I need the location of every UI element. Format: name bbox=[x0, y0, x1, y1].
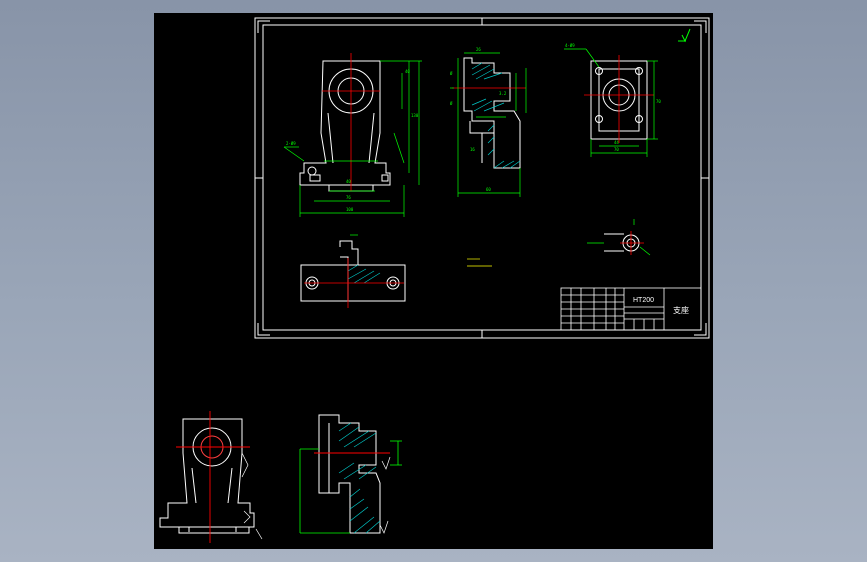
large-front-centerlines bbox=[176, 411, 250, 543]
bottom-view-hatch bbox=[347, 264, 381, 284]
svg-text:130: 130 bbox=[411, 113, 419, 118]
side-section-dimensions bbox=[450, 52, 527, 197]
svg-text:16: 16 bbox=[470, 147, 475, 152]
svg-text:60: 60 bbox=[486, 187, 491, 192]
part-name-label: 支座 bbox=[673, 305, 689, 315]
svg-text:3.2: 3.2 bbox=[499, 91, 507, 96]
svg-text:76: 76 bbox=[346, 195, 351, 200]
cad-viewport[interactable]: 100 76 40 130 40 2-Ø9 26 60 Ø Ø 16 3.2 7… bbox=[154, 13, 713, 549]
roughness-symbol bbox=[678, 28, 691, 43]
large-side-hatch bbox=[338, 422, 381, 534]
front-view bbox=[299, 60, 391, 192]
svg-text:26: 26 bbox=[476, 47, 481, 52]
technical-notes bbox=[467, 258, 492, 267]
material-label: HT200 bbox=[633, 297, 654, 304]
svg-text:Ø: Ø bbox=[450, 101, 453, 106]
svg-text:44: 44 bbox=[614, 140, 619, 145]
side-section-hatch bbox=[471, 62, 521, 169]
large-front-view bbox=[159, 418, 255, 534]
aux-section-dims bbox=[587, 219, 651, 256]
top-view-dimensions bbox=[564, 48, 658, 157]
svg-text:4-Ø9: 4-Ø9 bbox=[565, 43, 575, 48]
bottom-view bbox=[300, 240, 406, 302]
side-section-dim-text: 26 60 Ø Ø 16 3.2 bbox=[450, 47, 507, 192]
front-view-dimensions bbox=[283, 60, 422, 217]
large-side-marks bbox=[379, 456, 391, 534]
svg-text:70: 70 bbox=[614, 147, 619, 152]
svg-text:40: 40 bbox=[405, 69, 410, 74]
large-side-dims bbox=[299, 440, 402, 534]
large-front-dims bbox=[241, 452, 263, 540]
top-view-centerlines bbox=[584, 55, 654, 143]
svg-text:Ø: Ø bbox=[450, 71, 453, 76]
aux-section-view bbox=[604, 233, 640, 252]
svg-text:2-Ø9: 2-Ø9 bbox=[286, 141, 296, 146]
svg-text:70: 70 bbox=[656, 99, 661, 104]
svg-text:40: 40 bbox=[346, 179, 351, 184]
large-side-section bbox=[318, 414, 381, 534]
front-view-centerlines bbox=[322, 53, 380, 191]
svg-text:100: 100 bbox=[346, 207, 354, 212]
